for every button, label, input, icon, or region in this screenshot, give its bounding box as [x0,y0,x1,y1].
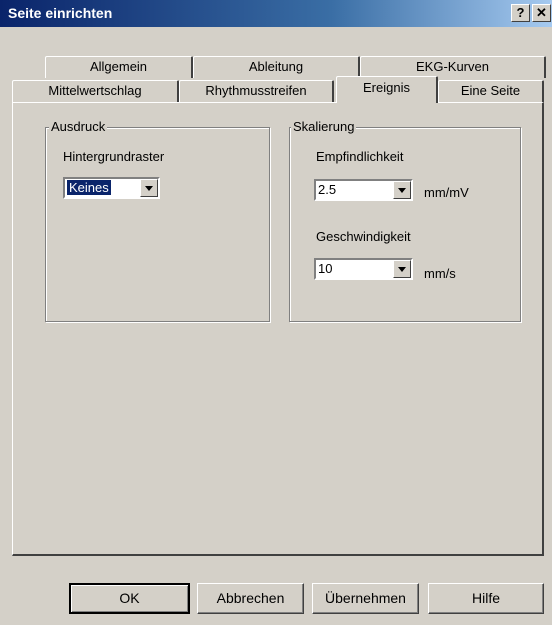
speed-unit: mm/s [424,266,456,281]
speed-label: Geschwindigkeit [316,229,411,244]
window-title: Seite einrichten [8,5,113,21]
close-button[interactable]: ✕ [532,4,551,22]
ausdruck-group-title: Ausdruck [49,119,108,134]
chevron-down-icon[interactable] [393,181,411,199]
ok-button[interactable]: OK [69,583,190,614]
tab-ereignis[interactable]: Ereignis [336,76,438,103]
sensitivity-unit: mm/mV [424,185,469,200]
apply-button[interactable]: Übernehmen [312,583,419,614]
chevron-down-icon[interactable] [140,179,158,197]
chevron-down-icon[interactable] [393,260,411,278]
help-button[interactable]: ? [511,4,530,22]
background-grid-value: Keines [66,179,112,196]
tab-mittelwertschlag[interactable]: Mittelwertschlag [12,80,179,102]
speed-value: 10 [318,261,333,276]
speed-select[interactable]: 10 [314,258,413,280]
background-grid-select[interactable]: Keines [63,177,160,199]
sensitivity-value: 2.5 [318,182,337,197]
help-dialog-button[interactable]: Hilfe [428,583,544,614]
tab-rhythmusstreifen[interactable]: Rhythmusstreifen [179,80,334,102]
tab-ekg-kurven[interactable]: EKG-Kurven [360,56,546,78]
sensitivity-select[interactable]: 2.5 [314,179,413,201]
tab-ableitung[interactable]: Ableitung [193,56,360,78]
sensitivity-label: Empfindlichkeit [316,149,404,164]
background-grid-label: Hintergrundraster [63,149,165,164]
tab-eine-seite[interactable]: Eine Seite [438,80,544,102]
cancel-button[interactable]: Abbrechen [197,583,304,614]
skalierung-group-title: Skalierung [291,119,357,134]
tab-allgemein[interactable]: Allgemein [45,56,193,78]
title-bar: Seite einrichten ? ✕ [0,0,552,27]
